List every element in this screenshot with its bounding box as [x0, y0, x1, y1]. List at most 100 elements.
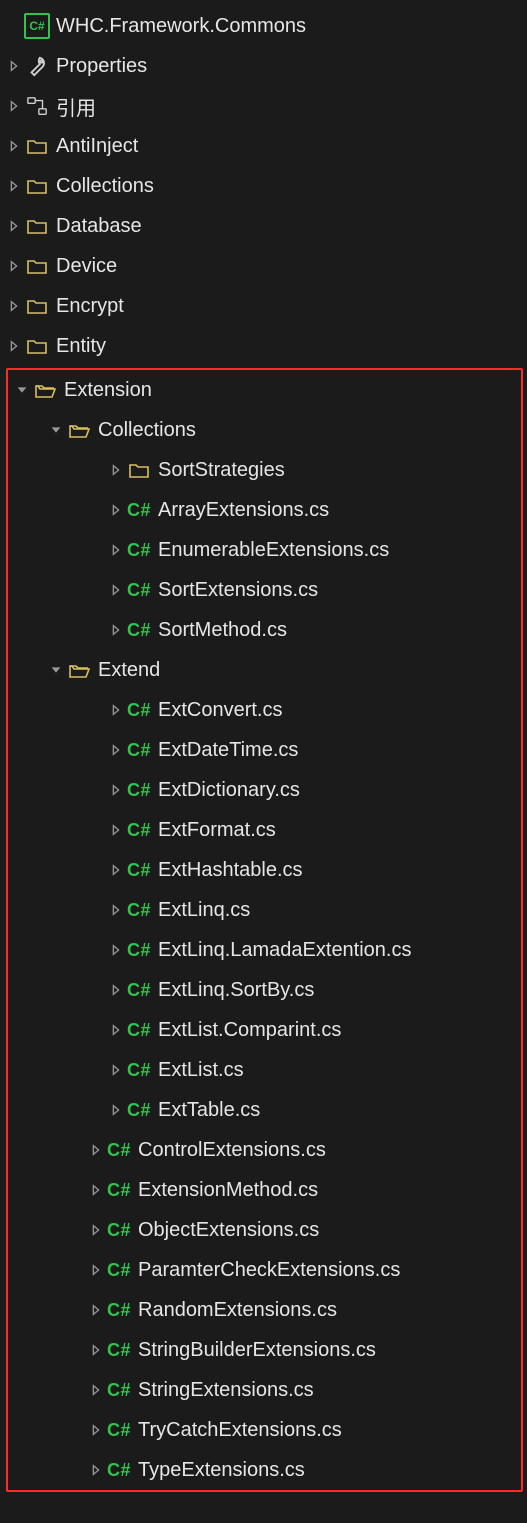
tree-file[interactable]: C#ExtConvert.cs — [8, 690, 521, 730]
folder-icon — [24, 134, 50, 158]
file-label: ExtHashtable.cs — [158, 859, 303, 882]
expand-arrow-icon[interactable] — [106, 783, 126, 797]
expand-arrow-icon[interactable] — [4, 99, 24, 113]
folder-open-icon — [66, 658, 92, 682]
folder-label: Extend — [98, 659, 160, 682]
tree-file[interactable]: C#ExtLinq.LamadaExtention.cs — [8, 930, 521, 970]
csharp-file-icon: C# — [126, 860, 152, 881]
file-label: TryCatchExtensions.cs — [138, 1419, 342, 1442]
expand-arrow-icon[interactable] — [106, 583, 126, 597]
folder-label: Device — [56, 255, 117, 278]
folder-label: Encrypt — [56, 295, 124, 318]
expand-arrow-icon[interactable] — [106, 863, 126, 877]
expand-arrow-icon[interactable] — [86, 1183, 106, 1197]
folder-icon — [24, 294, 50, 318]
tree-file[interactable]: C#SortExtensions.cs — [8, 570, 521, 610]
file-label: ExtDateTime.cs — [158, 739, 298, 762]
expand-arrow-icon[interactable] — [106, 1023, 126, 1037]
expand-arrow-icon[interactable] — [86, 1343, 106, 1357]
expand-arrow-icon[interactable] — [106, 823, 126, 837]
expand-arrow-icon[interactable] — [86, 1263, 106, 1277]
csharp-file-icon: C# — [126, 740, 152, 761]
expand-arrow-icon[interactable] — [86, 1383, 106, 1397]
folder-extension[interactable]: Extension — [8, 370, 521, 410]
csharp-file-icon: C# — [106, 1220, 132, 1241]
references-node[interactable]: 引用 — [0, 86, 527, 126]
tree-folder[interactable]: Entity — [0, 326, 527, 366]
references-label: 引用 — [56, 92, 96, 121]
tree-file[interactable]: C#ExtLinq.cs — [8, 890, 521, 930]
expand-arrow-icon[interactable] — [86, 1223, 106, 1237]
tree-file[interactable]: C# ExtTable.cs — [8, 1090, 521, 1130]
tree-file[interactable]: C#TryCatchExtensions.cs — [8, 1410, 521, 1450]
expand-arrow-icon[interactable] — [4, 59, 24, 73]
tree-file[interactable]: C#ExtList.cs — [8, 1050, 521, 1090]
expand-arrow-icon[interactable] — [106, 1063, 126, 1077]
expand-arrow-icon[interactable] — [106, 703, 126, 717]
csharp-file-icon: C# — [126, 1100, 152, 1121]
tree-folder[interactable]: Encrypt — [0, 286, 527, 326]
expand-arrow-icon[interactable] — [4, 139, 24, 153]
tree-file[interactable]: C#TypeExtensions.cs — [8, 1450, 521, 1490]
expand-arrow-icon[interactable] — [4, 179, 24, 193]
csharp-file-icon: C# — [126, 820, 152, 841]
expand-arrow-icon[interactable] — [106, 1103, 126, 1117]
tree-file[interactable]: C#ExtList.Comparint.cs — [8, 1010, 521, 1050]
folder-open-icon — [32, 378, 58, 402]
tree-file[interactable]: C#ExtensionMethod.cs — [8, 1170, 521, 1210]
tree-file[interactable]: C#ControlExtensions.cs — [8, 1130, 521, 1170]
tree-folder[interactable]: AntiInject — [0, 126, 527, 166]
collapse-arrow-icon[interactable] — [46, 423, 66, 437]
expand-arrow-icon[interactable] — [106, 903, 126, 917]
tree-file[interactable]: C#ExtFormat.cs — [8, 810, 521, 850]
tree-file[interactable]: C#ArrayExtensions.cs — [8, 490, 521, 530]
csharp-file-icon: C# — [106, 1260, 132, 1281]
tree-file[interactable]: C#RandomExtensions.cs — [8, 1290, 521, 1330]
tree-file[interactable]: C#EnumerableExtensions.cs — [8, 530, 521, 570]
folder-sortstrategies[interactable]: SortStrategies — [8, 450, 521, 490]
file-label: StringExtensions.cs — [138, 1379, 314, 1402]
expand-arrow-icon[interactable] — [86, 1423, 106, 1437]
tree-file[interactable]: C#ObjectExtensions.cs — [8, 1210, 521, 1250]
folder-icon — [24, 254, 50, 278]
expand-arrow-icon[interactable] — [86, 1303, 106, 1317]
expand-arrow-icon[interactable] — [4, 299, 24, 313]
folder-icon — [24, 214, 50, 238]
expand-arrow-icon[interactable] — [4, 339, 24, 353]
csharp-file-icon: C# — [126, 980, 152, 1001]
expand-arrow-icon[interactable] — [106, 623, 126, 637]
tree-folder[interactable]: Database — [0, 206, 527, 246]
file-label: ExtTable.cs — [158, 1099, 260, 1122]
csharp-file-icon: C# — [126, 940, 152, 961]
properties-node[interactable]: Properties — [0, 46, 527, 86]
tree-file[interactable]: C#ParamterCheckExtensions.cs — [8, 1250, 521, 1290]
expand-arrow-icon[interactable] — [106, 743, 126, 757]
tree-file[interactable]: C#ExtDictionary.cs — [8, 770, 521, 810]
expand-arrow-icon[interactable] — [86, 1143, 106, 1157]
project-node[interactable]: C# WHC.Framework.Commons — [0, 6, 527, 46]
expand-arrow-icon[interactable] — [106, 983, 126, 997]
tree-file[interactable]: C#StringExtensions.cs — [8, 1370, 521, 1410]
folder-icon — [24, 174, 50, 198]
collapse-arrow-icon[interactable] — [46, 663, 66, 677]
folder-extension-extend[interactable]: Extend — [8, 650, 521, 690]
expand-arrow-icon[interactable] — [4, 259, 24, 273]
tree-file[interactable]: C#StringBuilderExtensions.cs — [8, 1330, 521, 1370]
tree-folder[interactable]: Device — [0, 246, 527, 286]
expand-arrow-icon[interactable] — [4, 219, 24, 233]
expand-arrow-icon[interactable] — [86, 1463, 106, 1477]
solution-explorer-tree[interactable]: C# WHC.Framework.Commons Properties 引用 A… — [0, 0, 527, 1508]
tree-file[interactable]: C# ExtHashtable.cs — [8, 850, 521, 890]
expand-arrow-icon[interactable] — [106, 503, 126, 517]
folder-extension-collections[interactable]: Collections — [8, 410, 521, 450]
expand-arrow-icon[interactable] — [106, 543, 126, 557]
csharp-file-icon: C# — [126, 500, 152, 521]
collapse-arrow-icon[interactable] — [12, 383, 32, 397]
tree-folder[interactable]: Collections — [0, 166, 527, 206]
expand-arrow-icon[interactable] — [106, 463, 126, 477]
tree-file[interactable]: C#SortMethod.cs — [8, 610, 521, 650]
file-label: ExtList.Comparint.cs — [158, 1019, 341, 1042]
tree-file[interactable]: C# ExtDateTime.cs — [8, 730, 521, 770]
expand-arrow-icon[interactable] — [106, 943, 126, 957]
tree-file[interactable]: C#ExtLinq.SortBy.cs — [8, 970, 521, 1010]
